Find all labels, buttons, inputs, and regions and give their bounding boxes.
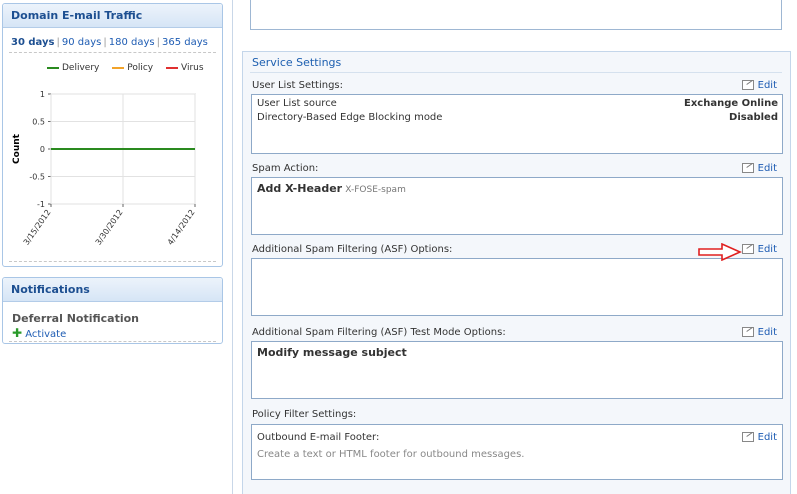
service-settings-title: Service Settings <box>252 56 342 69</box>
policy-filter-box: Outbound E-mail Footer: Create a text or… <box>251 424 783 480</box>
x-tick-label: 4/14/2012 <box>166 208 197 247</box>
asf-options-label: Additional Spam Filtering (ASF) Options: <box>252 244 453 255</box>
red-arrow-icon <box>698 243 742 261</box>
legend-policy: Policy <box>112 63 153 73</box>
column-divider <box>232 0 233 494</box>
range-tab-180[interactable]: 180 days <box>109 37 155 48</box>
edit-icon <box>741 163 754 173</box>
asf-test-edit-button[interactable]: Edit <box>741 327 777 338</box>
notifications-divider <box>9 341 216 342</box>
traffic-panel-title: Domain E-mail Traffic <box>3 4 222 28</box>
y-tick-label: 0 <box>40 145 45 154</box>
y-tick-label: 1 <box>40 90 45 99</box>
notifications-panel: Notifications Deferral Notification ✚ Ac… <box>2 277 223 344</box>
traffic-panel: Domain E-mail Traffic 30 days | 90 days | 18… <box>2 3 223 267</box>
asf-options-edit-button[interactable]: Edit <box>741 244 777 255</box>
outbound-footer-hint: Create a text or HTML footer for outboun… <box>257 449 525 460</box>
dbeb-mode-value: Disabled <box>729 112 778 123</box>
edit-icon <box>741 432 754 442</box>
x-tick-label: 3/30/2012 <box>94 208 125 247</box>
edit-icon <box>741 244 754 254</box>
range-tab-90[interactable]: 90 days <box>62 37 102 48</box>
notifications-title: Notifications <box>3 278 222 302</box>
spam-action-box: Add X-Header X-FOSE-spam <box>251 177 783 235</box>
dbeb-mode-label: Directory-Based Edge Blocking mode <box>257 112 443 123</box>
plus-icon: ✚ <box>12 326 23 340</box>
traffic-chart: 1 0.5 0 -0.5 -13/15/2012 3/30/2012 4/14/2012 Co… <box>12 90 197 247</box>
edit-icon <box>741 80 754 90</box>
outbound-footer-edit-button[interactable]: Edit <box>741 432 777 443</box>
user-list-source-label: User List source <box>257 98 337 109</box>
y-axis-label: Count <box>12 133 22 164</box>
policy-filter-label: Policy Filter Settings: <box>252 409 357 420</box>
range-divider <box>9 52 216 53</box>
user-list-settings-label: User List Settings: <box>252 80 344 91</box>
legend-virus: Virus <box>166 63 204 73</box>
range-tab-365[interactable]: 365 days <box>162 37 208 48</box>
asf-test-box: Modify message subject <box>251 341 783 399</box>
user-list-source-value: Exchange Online <box>684 98 778 109</box>
asf-test-value: Modify message subject <box>257 346 407 359</box>
top-panel-box <box>250 0 782 30</box>
outbound-footer-label: Outbound E-mail Footer: <box>257 432 380 443</box>
asf-options-box <box>251 258 783 316</box>
deferral-notification-label: Deferral Notification <box>12 312 140 325</box>
service-settings-divider <box>250 72 782 73</box>
chart-legend: Delivery Policy Virus <box>47 63 214 73</box>
edit-icon <box>741 327 754 337</box>
asf-test-label: Additional Spam Filtering (ASF) Test Mod… <box>252 327 506 338</box>
spam-action-edit-button[interactable]: Edit <box>741 163 777 174</box>
x-tick-label: 3/15/2012 <box>22 208 53 247</box>
spam-action-value: Add X-Header X-FOSE-spam <box>257 182 406 195</box>
range-tab-30[interactable]: 30 days <box>11 37 54 48</box>
user-list-box: User List source Exchange Online Directo… <box>251 94 783 154</box>
range-tabs: 30 days | 90 days | 180 days | 365 days <box>11 37 208 48</box>
activate-link[interactable]: ✚ Activate <box>12 326 66 340</box>
y-tick-label: -0.5 <box>29 173 45 182</box>
y-tick-label: 0.5 <box>32 118 45 127</box>
chart-bottom-divider <box>9 261 216 262</box>
y-tick-label: -1 <box>37 200 45 209</box>
spam-action-label: Spam Action: <box>252 163 319 174</box>
user-list-edit-button[interactable]: Edit <box>741 80 777 91</box>
legend-delivery: Delivery <box>47 63 99 73</box>
